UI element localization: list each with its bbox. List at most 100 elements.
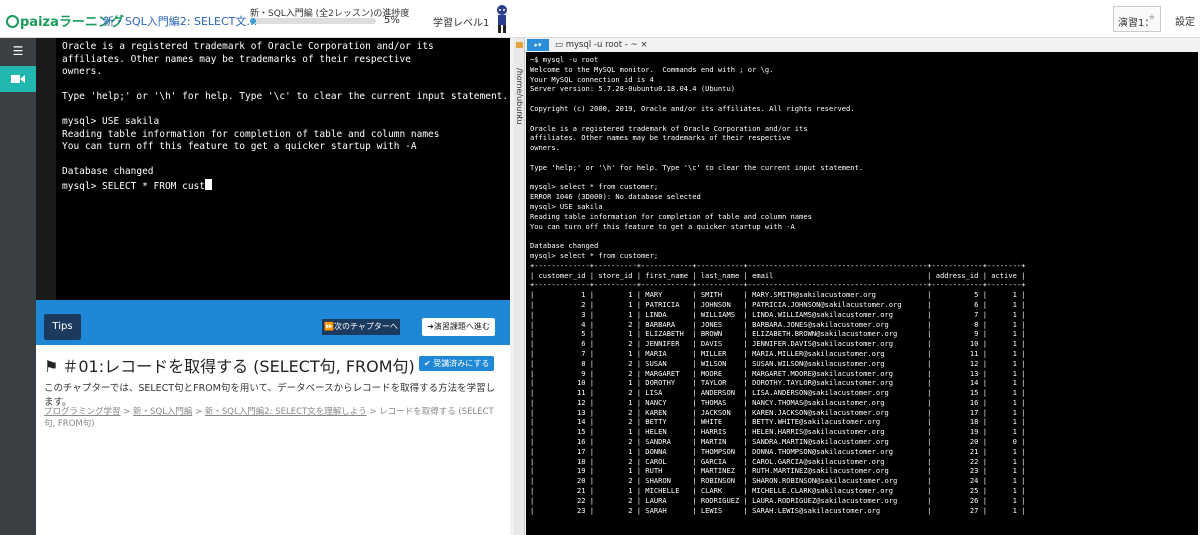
terminal-line: Welcome to the MySQL monitor. Commands e… (530, 64, 774, 74)
chapter-description: このチャプターでは、SELECT句とFROM句を用いて、データベースからレコード… (44, 383, 496, 408)
breadcrumb-link[interactable]: 新・SQL入門編2: SELECT文を理解しよう (205, 407, 367, 417)
breadcrumb-link[interactable]: 新・SQL入門編 (133, 407, 192, 417)
tips-bar: Tips ⏩次のチャプターへ ➜演習課題へ進む (36, 300, 510, 345)
right-terminal[interactable]: ~$ mysql -u root Welcome to the MySQL mon… (526, 52, 1198, 535)
progress-percent: 5% (384, 15, 400, 26)
next-chapter-button[interactable]: ⏩次のチャプターへ (322, 319, 400, 335)
table-row: | 1 | 1 | MARY | SMITH | MARY.SMITH@saki… (530, 290, 1026, 300)
table-row: | 18 | 2 | CAROL | GARCIA | CAROL.GARCIA… (530, 456, 1026, 466)
flag-icon: ⚑ (44, 357, 59, 376)
table-row: | 17 | 1 | DONNA | THOMPSON | DONNA.THOM… (530, 446, 1026, 456)
left-terminal[interactable]: Oracle is a registered trademark of Orac… (56, 38, 510, 300)
terminal-icon: ▭ (555, 40, 564, 50)
arrow-circle-icon: ➜ (427, 322, 434, 331)
terminal-line: Reading table information for completion… (62, 128, 440, 140)
progress-fill (250, 18, 257, 24)
terminal-line: +-------------+----------+------------+-… (530, 260, 1026, 270)
table-row: | 13 | 2 | KAREN | JACKSON | KAREN.JACKS… (530, 407, 1026, 417)
breadcrumb: プログラミング学習 > 新・SQL入門編 > 新・SQL入門編2: SELECT… (44, 406, 504, 430)
fast-forward-icon: ⏩ (324, 322, 335, 331)
logo-ring-icon (6, 15, 19, 28)
terminal-line: owners. (530, 143, 560, 153)
terminal-line: Copyright (c) 2000, 2019, Oracle and/or … (530, 103, 855, 113)
terminal-line: You can turn off this feature to get a q… (62, 141, 417, 152)
learning-level: 学習レベル1 (433, 18, 490, 29)
course-link[interactable]: 新・SQL入門編2: SELECT文… (103, 13, 257, 29)
chapter-title: ⚑ ＃01:レコードを取得する (SELECT句, FROM句) (44, 357, 415, 376)
terminal-line: mysql> USE sakila (62, 116, 160, 127)
to-exercise-button[interactable]: ➜演習課題へ進む (422, 318, 495, 336)
left-terminal-prompt[interactable]: mysql> SELECT * FROM cust (62, 178, 504, 194)
terminal-line: You can turn off this feature to get a q… (530, 221, 795, 231)
terminal-tab-bar: ▸▾ ▭ mysql -u root - ~ × (525, 38, 1200, 52)
table-row: | 3 | 1 | LINDA | WILLIAMS | LINDA.WILLI… (530, 309, 1026, 319)
table-row: | 19 | 1 | RUTH | MARTINEZ | RUTH.MARTIN… (530, 466, 1026, 476)
menu-icon[interactable]: ☰ (0, 38, 36, 64)
table-row: | 12 | 1 | NANCY | THOMAS | NANCY.THOMAS… (530, 397, 1026, 407)
left-terminal-output: Oracle is a registered trademark of Orac… (62, 41, 509, 179)
table-row: | 11 | 2 | LISA | ANDERSON | LISA.ANDERS… (530, 388, 1026, 398)
terminal-line: mysql> USE sakila (530, 201, 603, 211)
check-icon: ✔ (424, 359, 431, 368)
table-row: | 20 | 2 | SHARON | ROBINSON | SHARON.RO… (530, 476, 1026, 486)
terminal-tab[interactable]: ▭ mysql -u root - ~ × (555, 38, 648, 52)
breadcrumb-link[interactable]: プログラミング学習 (44, 407, 121, 417)
terminal-line: Type 'help;' or '\h' for help. Type '\c'… (530, 162, 864, 172)
right-pane: /home/ubuntu × ▸▾ ▭ mysql -u root - ~ × … (514, 38, 1200, 535)
table-row: | 15 | 1 | HELEN | HARRIS | HELEN.HARRIS… (530, 427, 1026, 437)
terminal-line: Oracle is a registered trademark of Orac… (62, 41, 434, 52)
table-row: | 8 | 2 | SUSAN | WILSON | SUSAN.WILSON@… (530, 358, 1026, 368)
table-row: | 23 | 2 | SARAH | LEWIS | SARAH.LEWIS@s… (530, 505, 1026, 515)
close-icon[interactable]: × (640, 40, 647, 50)
terminal-line: Oracle is a registered trademark of Orac… (530, 123, 808, 133)
text-cursor (205, 178, 212, 190)
top-bar: paizaラーニング 新・SQL入門編2: SELECT文… 新・SQL入門編 … (0, 0, 1200, 38)
terminal-line: ERROR 1046 (3D000): No database selected (530, 192, 701, 202)
table-row: | 5 | 1 | ELIZABETH | BROWN | ELIZABETH.… (530, 329, 1026, 339)
terminal-line: affiliates. Other names may be trademark… (530, 133, 791, 143)
settings-link[interactable]: 設定 (1175, 13, 1195, 28)
terminal-gutter (36, 38, 56, 300)
terminal-line: mysql> select * from customer; (530, 250, 659, 260)
table-row: | 2 | 1 | PATRICIA | JOHNSON | PATRICIA.… (530, 299, 1026, 309)
video-icon[interactable] (0, 66, 36, 92)
terminal-line: Reading table information for completion… (530, 211, 812, 221)
terminal-line: Type 'help;' or '\h' for help. Type '\c'… (62, 91, 509, 102)
star-icon: ★ (1147, 13, 1156, 23)
terminal-line: Database changed (530, 241, 599, 251)
progress-bar (250, 18, 376, 24)
close-icon[interactable]: × (516, 112, 523, 121)
mascot-icon (497, 5, 507, 33)
chapter-content: ⚑ ＃01:レコードを取得する (SELECT句, FROM句) ✔ 受講済みにす… (36, 345, 510, 535)
terminal-line: mysql> select * from customer; (530, 182, 659, 192)
folder-icon (516, 42, 523, 48)
breadcrumb-separator: > (120, 407, 134, 417)
exercise-button[interactable]: 演習1： ★ (1113, 6, 1161, 32)
terminal-line: owners. (62, 66, 103, 77)
mark-done-button[interactable]: ✔ 受講済みにする (419, 356, 495, 371)
terminal-line: ~$ mysql -u root (530, 55, 599, 64)
vertical-file-tab[interactable]: /home/ubuntu × (514, 38, 525, 535)
table-row: | 7 | 1 | MARIA | MILLER | MARIA.MILLER@… (530, 348, 1026, 358)
table-row: | 10 | 1 | DOROTHY | TAYLOR | DOROTHY.TA… (530, 378, 1026, 388)
breadcrumb-separator: > (192, 407, 205, 417)
breadcrumb-separator: > (366, 407, 380, 417)
table-row: | 22 | 2 | LAURA | RODRIGUEZ | LAURA.ROD… (530, 495, 1026, 505)
sidebar: ☰ (0, 38, 36, 535)
tips-button[interactable]: Tips (44, 314, 81, 340)
table-row: | 6 | 2 | JENNIFER | DAVIS | JENNIFER.DA… (530, 339, 1026, 349)
terminal-line: affiliates. Other names may be trademark… (62, 53, 411, 65)
table-row: | customer_id | store_id | first_name | … (530, 270, 1026, 280)
table-row: | 14 | 2 | BETTY | WHITE | BETTY.WHITE@s… (530, 417, 1026, 427)
table-row: | 9 | 2 | MARGARET | MOORE | MARGARET.MO… (530, 368, 1026, 378)
terminal-menu-icon[interactable]: ▸▾ (527, 39, 549, 51)
terminal-line: Your MySQL connection id is 4 (530, 74, 654, 84)
table-row: | 16 | 2 | SANDRA | MARTIN | SANDRA.MART… (530, 437, 1026, 447)
